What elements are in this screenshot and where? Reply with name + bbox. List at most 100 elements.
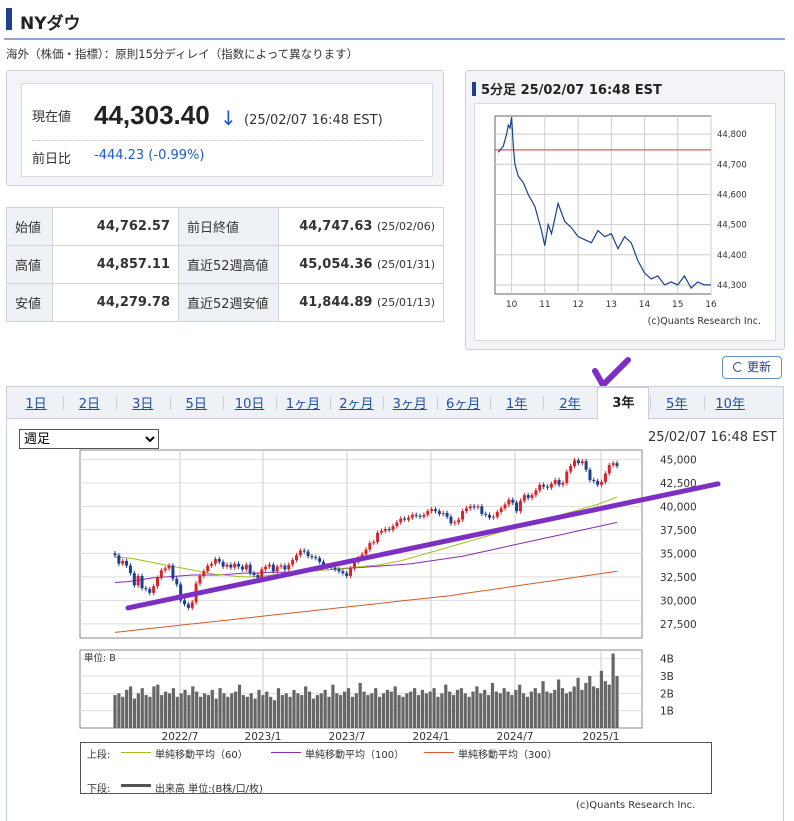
- volume-bar: [241, 695, 246, 728]
- candle-body: [561, 482, 565, 485]
- volume-bar: [560, 688, 565, 728]
- candle-body: [545, 486, 549, 488]
- candle-body: [418, 515, 422, 517]
- candle-body: [260, 569, 264, 578]
- candle-body: [198, 575, 202, 584]
- volume-bar: [234, 691, 238, 728]
- volume-bar: [541, 681, 545, 728]
- candle-body: [368, 543, 372, 550]
- ma60-legend-label: 単純移動平均（60）: [155, 750, 248, 761]
- candle-body: [565, 471, 569, 483]
- volume-bar: [413, 688, 417, 728]
- volume-bar: [280, 695, 284, 728]
- volume-bar: [315, 695, 319, 728]
- candle-body: [229, 564, 233, 568]
- volume-bar: [144, 695, 148, 728]
- volume-unit-label: 単位: B: [84, 652, 116, 664]
- candle-body: [495, 512, 499, 517]
- candle-body: [499, 508, 503, 513]
- candle-body: [376, 532, 380, 543]
- candle-body: [364, 549, 368, 555]
- volume-bar: [378, 696, 382, 728]
- volume-bar: [568, 691, 572, 728]
- volume-bar: [467, 696, 471, 728]
- volume-bar: [358, 682, 362, 728]
- candle-body: [518, 500, 522, 512]
- volume-bar: [187, 695, 191, 728]
- volume-bar: [335, 693, 339, 728]
- volume-bar: [448, 691, 452, 728]
- candle-body: [213, 559, 217, 564]
- volume-bar: [160, 695, 164, 728]
- price-axis-label: 40,000: [660, 501, 697, 513]
- candle-body: [379, 530, 383, 533]
- candle-body: [449, 516, 453, 524]
- volume-bar: [389, 691, 393, 728]
- volume-bar: [498, 693, 502, 728]
- ma300-legend-swatch: [424, 752, 454, 753]
- volume-bar: [599, 670, 604, 728]
- volume-bar: [595, 688, 600, 728]
- candle-body: [186, 604, 190, 608]
- volume-bar: [249, 693, 253, 728]
- volume-legend-label: 出来高 単位:(B株/口/枚): [155, 784, 263, 795]
- candle-body: [256, 575, 260, 578]
- candle-body: [128, 565, 132, 574]
- volume-bar: [288, 696, 292, 728]
- volume-bar: [245, 696, 249, 728]
- candle-body: [526, 495, 530, 498]
- candle-body: [468, 506, 472, 509]
- candle-body: [434, 509, 438, 512]
- volume-bar: [261, 695, 265, 728]
- candle-body: [152, 586, 156, 593]
- candle-body: [584, 461, 588, 470]
- candle-body: [549, 483, 553, 488]
- volume-bar: [265, 691, 269, 728]
- volume-bar: [125, 689, 129, 728]
- candle-body: [113, 553, 117, 556]
- volume-legend-swatch: [121, 784, 151, 787]
- candle-body: [132, 573, 136, 586]
- volume-bar: [510, 695, 514, 728]
- volume-bar: [183, 689, 187, 728]
- volume-bar: [611, 653, 615, 728]
- volume-bar: [490, 682, 495, 728]
- candle-body: [488, 514, 492, 518]
- candle-body: [557, 480, 561, 485]
- candle-body: [264, 566, 268, 570]
- volume-bar: [167, 693, 172, 728]
- volume-bar: [136, 693, 140, 728]
- candle-body: [387, 528, 391, 530]
- legend-lower-label: 下段:: [87, 784, 111, 795]
- volume-bar: [475, 686, 479, 728]
- candle-body: [349, 568, 353, 576]
- candle-body: [136, 575, 140, 586]
- volume-bar: [420, 689, 425, 728]
- volume-bar: [397, 695, 401, 728]
- volume-bar: [432, 688, 436, 728]
- volume-bar: [331, 684, 335, 728]
- volume-bar: [479, 693, 483, 728]
- volume-bar: [588, 676, 592, 728]
- volume-bar: [307, 691, 312, 728]
- candle-body: [607, 465, 611, 474]
- volume-bar: [191, 686, 195, 728]
- candle-body: [437, 511, 441, 514]
- candle-body: [163, 568, 167, 571]
- volume-bar: [557, 679, 561, 728]
- volume-bar: [276, 688, 281, 728]
- candle-body: [395, 522, 399, 527]
- candle-body: [445, 512, 449, 517]
- volume-bar: [296, 693, 300, 728]
- volume-bar: [202, 693, 207, 728]
- candle-body: [530, 495, 534, 498]
- candle-body: [553, 480, 557, 484]
- volume-bar: [537, 693, 541, 728]
- candle-body: [175, 578, 179, 585]
- candle-body: [283, 565, 287, 570]
- candle-body: [491, 516, 495, 518]
- candle-body: [410, 514, 414, 518]
- candle-body: [414, 514, 418, 516]
- candle-body: [576, 460, 580, 464]
- candle-body: [511, 499, 515, 503]
